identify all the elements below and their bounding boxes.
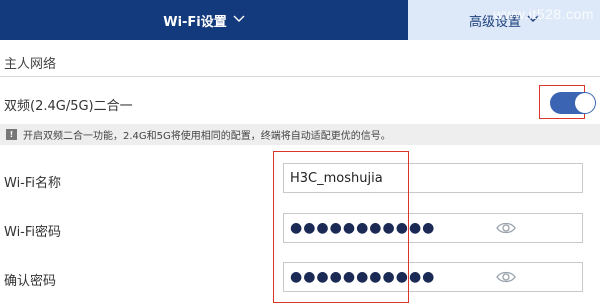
chevron-down-icon (233, 13, 245, 26)
section-divider (0, 76, 600, 77)
dual-band-label: 双频(2.4G/5G)二合一 (4, 99, 133, 114)
top-tab-bar: Wi-Fi设置 高级设置 www.it528.com (0, 0, 600, 40)
eye-icon[interactable] (496, 219, 516, 237)
ssid-label: Wi-Fi名称 (4, 176, 62, 191)
section-title: 主人网络 (4, 57, 57, 72)
watermark: www.it528.com (493, 6, 594, 22)
info-text: 开启双频二合一功能，2.4G和5G将使用相同的配置，终端将自动适配更优的信号。 (23, 131, 391, 142)
confirm-password-label: 确认密码 (4, 274, 57, 289)
toggle-highlight-box (539, 85, 596, 119)
toggle-knob (575, 93, 595, 113)
tab-wifi-label: Wi-Fi设置 (163, 14, 227, 30)
input-highlight-box (273, 151, 409, 303)
tab-wifi-settings[interactable]: Wi-Fi设置 (0, 0, 408, 40)
eye-icon[interactable] (496, 268, 516, 286)
dual-band-toggle[interactable] (550, 92, 596, 114)
info-icon: ! (6, 129, 17, 140)
password-label: Wi-Fi密码 (4, 225, 62, 240)
info-bar: ! 开启双频二合一功能，2.4G和5G将使用相同的配置，终端将自动适配更优的信号… (0, 124, 600, 145)
